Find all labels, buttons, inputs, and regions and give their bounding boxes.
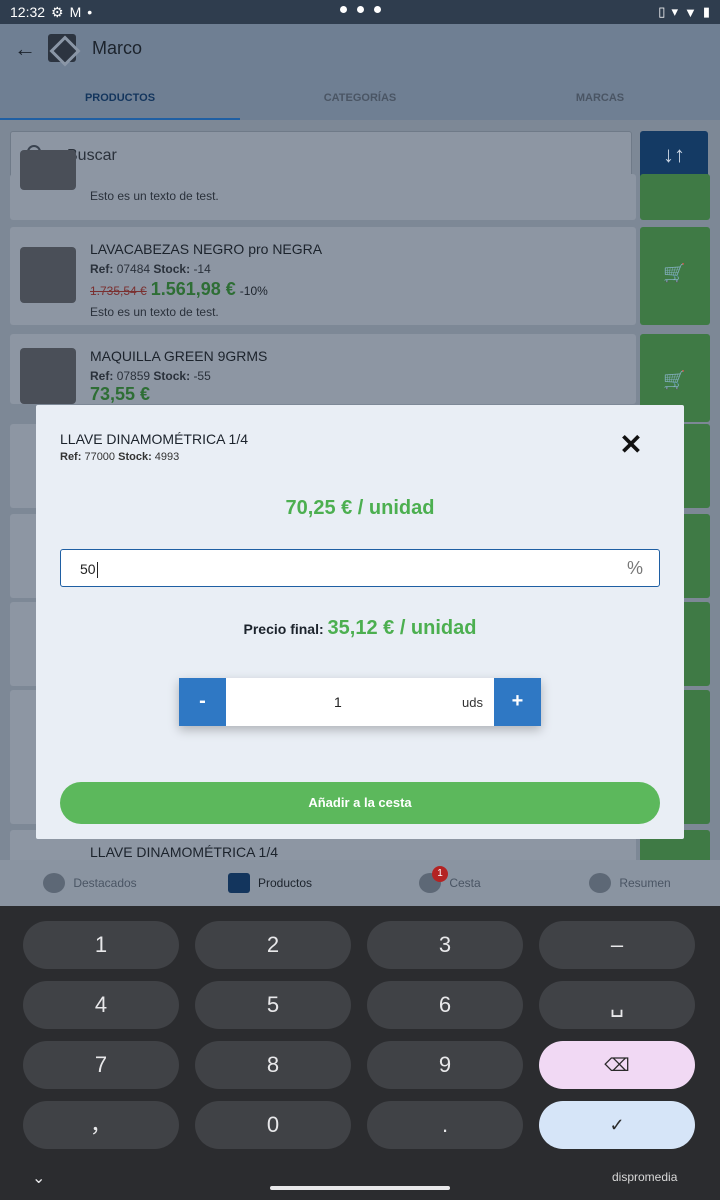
screen: { "status": {"time":"12:32"}, "app": {"t… <box>0 0 720 1200</box>
sort-button[interactable]: ↓↑ <box>640 131 708 179</box>
cart-plus-icon: 🛒 <box>663 370 686 390</box>
percent-icon: % <box>626 558 643 578</box>
key-6[interactable]: 6 <box>367 981 523 1029</box>
close-icon[interactable]: ✕ <box>616 431 646 461</box>
product-price: 1.735,54 €1.561,98 € -10% <box>90 279 268 299</box>
product-thumbnail <box>20 348 76 404</box>
add-to-cart-button[interactable]: 🛒 <box>640 227 710 325</box>
product-card[interactable]: Esto es un texto de test. <box>10 150 636 220</box>
notification-dots <box>340 6 381 13</box>
status-bar: 12:32 ⚙ M • ▯ ▾ ▼ ▮ <box>0 0 720 24</box>
quantity-value[interactable]: 1 <box>334 694 342 710</box>
alert-icon <box>43 873 66 893</box>
add-to-cart-button[interactable] <box>640 174 710 220</box>
dot-icon: • <box>87 4 93 20</box>
app-bar: ← Marco PRODUCTOS CATEGORÍAS MARCAS <box>0 24 720 120</box>
backspace-icon[interactable]: ⌫ <box>539 1041 695 1089</box>
nav-productos[interactable]: Productos <box>180 860 360 906</box>
nav-cesta[interactable]: 1 Cesta <box>360 860 540 906</box>
signal-icon: ▾ <box>671 4 678 19</box>
sort-icon: ↓↑ <box>663 142 685 167</box>
key-period[interactable]: . <box>367 1101 523 1149</box>
product-card[interactable]: MAQUILLA GREEN 9GRMS Ref: 07859 Stock: -… <box>10 334 636 404</box>
final-price: Precio final: 35,12 € / unidad <box>36 617 684 640</box>
tab-categorias[interactable]: CATEGORÍAS <box>240 84 480 120</box>
text-caret <box>96 562 98 579</box>
discount-input[interactable]: 50 % <box>60 549 660 587</box>
bottom-nav: Destacados Productos 1 Cesta Resumen <box>0 860 720 906</box>
dialog-ref: Ref: 77000 Stock: 4993 <box>60 451 180 463</box>
tab-productos[interactable]: PRODUCTOS <box>0 84 240 120</box>
status-time: 12:32 <box>10 4 46 20</box>
key-7[interactable]: 7 <box>23 1041 179 1089</box>
final-price-value: 35,12 € / unidad <box>327 617 477 639</box>
discount-dialog: LLAVE DINAMOMÉTRICA 1/4 Ref: 77000 Stock… <box>36 405 684 839</box>
cart-plus-icon: 🛒 <box>663 263 686 283</box>
nav-resumen[interactable]: Resumen <box>540 860 720 906</box>
key-1[interactable]: 1 <box>23 921 179 969</box>
dialog-title: LLAVE DINAMOMÉTRICA 1/4 <box>60 431 249 447</box>
discount-value: 50 <box>80 561 96 577</box>
key-0[interactable]: 0 <box>195 1101 351 1149</box>
product-card[interactable]: LAVACABEZAS NEGRO pro NEGRA Ref: 07484 S… <box>10 227 636 325</box>
key-3[interactable]: 3 <box>367 921 523 969</box>
decrement-button[interactable]: - <box>179 678 226 726</box>
back-arrow-icon[interactable]: ← <box>14 36 36 62</box>
add-to-basket-button[interactable]: Añadir a la cesta <box>60 782 660 824</box>
briefcase-icon <box>227 873 250 893</box>
product-ref: Ref: 07859 Stock: -55 <box>90 369 211 383</box>
key-comma[interactable]: ， <box>23 1101 179 1149</box>
mail-icon: M <box>69 4 82 20</box>
product-description: Esto es un texto de test. <box>90 305 219 319</box>
product-thumbnail <box>20 150 76 190</box>
quantity-stepper: - 1 uds + <box>179 678 541 726</box>
key-space[interactable]: ␣ <box>539 981 695 1029</box>
wifi-icon: ▼ <box>683 4 697 20</box>
key-5[interactable]: 5 <box>195 981 351 1029</box>
home-indicator[interactable] <box>270 1186 450 1190</box>
key-8[interactable]: 8 <box>195 1041 351 1089</box>
chevron-down-icon[interactable]: ⌄ <box>32 1168 45 1188</box>
store-logo <box>48 34 76 62</box>
quantity-unit: uds <box>462 695 483 710</box>
product-name: LLAVE DINAMOMÉTRICA 1/4 <box>90 844 279 860</box>
product-price: 73,55 € <box>90 384 151 404</box>
product-ref: Ref: 07484 Stock: -14 <box>90 262 211 276</box>
product-name: LAVACABEZAS NEGRO pro NEGRA <box>90 241 323 257</box>
product-description: Esto es un texto de test. <box>90 189 219 203</box>
tab-marcas[interactable]: MARCAS <box>480 84 720 120</box>
key-dash[interactable]: – <box>539 921 695 969</box>
settings-icon: ⚙ <box>51 3 64 20</box>
key-9[interactable]: 9 <box>367 1041 523 1089</box>
cart-badge: 1 <box>432 866 448 882</box>
numeric-keyboard: 1 2 3 – 4 5 6 ␣ 7 8 9 ⌫ ， 0 . ✓ ⌄ dispro… <box>0 906 720 1200</box>
cart-icon <box>589 873 612 893</box>
search-input[interactable]: Buscar <box>10 131 632 179</box>
product-name: MAQUILLA GREEN 9GRMS <box>90 348 268 364</box>
watermark: dispromedia <box>612 1170 678 1184</box>
key-2[interactable]: 2 <box>195 921 351 969</box>
key-4[interactable]: 4 <box>23 981 179 1029</box>
checkmark-icon[interactable]: ✓ <box>539 1101 695 1149</box>
final-price-label: Precio final: <box>243 621 324 637</box>
unit-price: 70,25 € / unidad <box>285 497 435 519</box>
increment-button[interactable]: + <box>494 678 541 726</box>
battery-icon: ▮ <box>702 4 710 19</box>
nav-destacados[interactable]: Destacados <box>0 860 180 906</box>
product-thumbnail <box>20 247 76 303</box>
vibrate-icon: ▯ <box>658 4 666 19</box>
tab-bar: PRODUCTOS CATEGORÍAS MARCAS <box>0 84 720 120</box>
page-title: Marco <box>92 38 143 58</box>
